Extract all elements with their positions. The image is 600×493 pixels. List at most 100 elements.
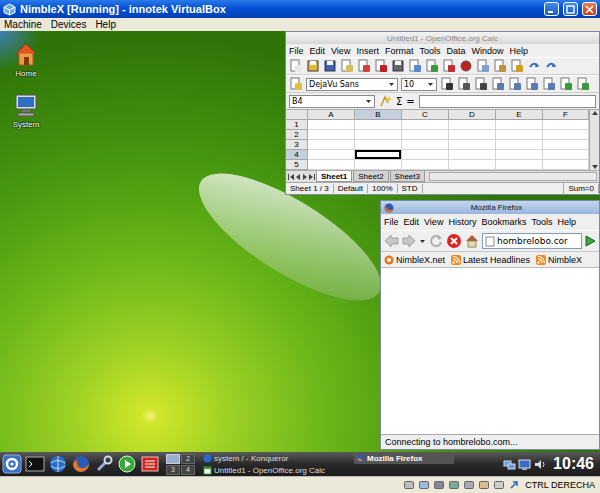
cell[interactable] (496, 140, 543, 150)
column-header[interactable]: F (543, 110, 589, 120)
align-right-icon[interactable] (525, 77, 539, 91)
k-menu-icon[interactable] (2, 454, 22, 474)
menu-item[interactable]: Edit (310, 46, 326, 56)
align-left-icon[interactable] (491, 77, 505, 91)
close-button[interactable] (582, 2, 597, 16)
sheet-tab[interactable]: Sheet1 (316, 171, 352, 182)
bold-icon[interactable] (440, 77, 454, 91)
cell[interactable] (308, 120, 355, 130)
sum-button[interactable]: Σ (396, 96, 402, 107)
sheet-tab[interactable]: Sheet2 (353, 171, 388, 182)
cell[interactable] (543, 160, 589, 170)
function-wizard-icon[interactable] (379, 95, 392, 108)
usb-icon[interactable] (463, 479, 475, 491)
cell[interactable] (449, 160, 496, 170)
bookmark[interactable]: NimbleX (536, 255, 582, 265)
network-icon[interactable] (448, 479, 460, 491)
forward-icon[interactable] (402, 233, 417, 249)
cell[interactable] (402, 140, 449, 150)
cell[interactable] (355, 150, 402, 160)
clock[interactable]: 10:46 (549, 455, 598, 473)
stop-icon[interactable] (446, 233, 462, 249)
cell[interactable] (355, 130, 402, 140)
pager-desktop[interactable] (166, 454, 180, 464)
menu-item[interactable]: Help (509, 46, 528, 56)
firefox-icon[interactable] (71, 454, 91, 474)
cell[interactable] (355, 120, 402, 130)
history-dropdown-icon[interactable] (419, 238, 426, 245)
hdd-icon[interactable] (403, 479, 415, 491)
cell[interactable] (543, 130, 589, 140)
menu-item[interactable]: View (424, 217, 443, 227)
merge-icon[interactable] (559, 77, 573, 91)
menu-item[interactable]: Tools (531, 217, 552, 227)
menu-item[interactable]: Tools (419, 46, 440, 56)
menu-item[interactable]: Bookmarks (481, 217, 526, 227)
mouse-icon[interactable] (493, 479, 505, 491)
cell[interactable] (402, 160, 449, 170)
computer-icon[interactable] (13, 92, 39, 118)
pager-desktop[interactable]: 3 (166, 465, 180, 475)
cell[interactable] (543, 140, 589, 150)
menu-item[interactable]: View (331, 46, 350, 56)
styles-icon[interactable] (289, 77, 303, 91)
edit-icon[interactable] (357, 59, 371, 73)
cdrom-icon[interactable] (418, 479, 430, 491)
konqueror-icon[interactable] (48, 454, 68, 474)
align-center-icon[interactable] (508, 77, 522, 91)
cell[interactable] (449, 150, 496, 160)
italic-icon[interactable] (457, 77, 471, 91)
row-header[interactable]: 4 (286, 150, 308, 160)
print-icon[interactable] (391, 59, 405, 73)
home-icon[interactable] (464, 233, 480, 249)
font-size-box[interactable]: 10 (401, 78, 437, 91)
tools-icon[interactable] (94, 454, 114, 474)
column-header[interactable]: A (308, 110, 355, 120)
cell[interactable] (402, 130, 449, 140)
formula-input[interactable] (419, 95, 596, 108)
menu-item[interactable]: Machine (4, 19, 42, 30)
cell[interactable] (308, 150, 355, 160)
floppy-icon[interactable] (433, 479, 445, 491)
vertical-scrollbar[interactable] (589, 110, 599, 170)
task-button[interactable]: Mozilla Firefox (354, 453, 454, 464)
cell[interactable] (543, 120, 589, 130)
mail-icon[interactable] (340, 59, 354, 73)
first-sheet-icon[interactable] (288, 171, 294, 182)
sheet-tab[interactable]: Sheet3 (390, 171, 425, 182)
row-header[interactable]: 1 (286, 120, 308, 130)
menu-item[interactable]: Help (95, 19, 116, 30)
address-bar[interactable]: hombrelobo.cor (482, 233, 582, 249)
column-header[interactable]: E (496, 110, 543, 120)
cell[interactable] (449, 120, 496, 130)
task-button[interactable]: system / - Konqueror (201, 453, 351, 464)
pager-desktop[interactable]: 2 (181, 454, 195, 464)
bible-icon[interactable] (140, 454, 160, 474)
cell[interactable] (496, 150, 543, 160)
menu-item[interactable]: Data (446, 46, 465, 56)
back-icon[interactable] (383, 233, 400, 249)
pager-desktop[interactable]: 4 (181, 465, 195, 475)
cell[interactable] (496, 160, 543, 170)
cell[interactable] (402, 120, 449, 130)
cell[interactable] (355, 160, 402, 170)
menu-item[interactable]: File (384, 217, 399, 227)
cell[interactable] (543, 150, 589, 160)
menu-item[interactable]: History (448, 217, 476, 227)
cell[interactable] (496, 120, 543, 130)
autospell-icon[interactable] (442, 59, 456, 73)
cell[interactable] (308, 130, 355, 140)
network-icon[interactable] (503, 458, 516, 471)
row-header[interactable]: 2 (286, 130, 308, 140)
cell[interactable] (496, 130, 543, 140)
cell[interactable] (308, 160, 355, 170)
bookmark[interactable]: NimbleX.net (384, 255, 445, 265)
column-header[interactable]: B (355, 110, 402, 120)
menu-item[interactable]: File (289, 46, 304, 56)
menu-item[interactable]: Window (471, 46, 503, 56)
menu-item[interactable]: Insert (356, 46, 379, 56)
menu-item[interactable]: Edit (404, 217, 420, 227)
paste-icon[interactable] (493, 59, 507, 73)
new-icon[interactable] (289, 59, 303, 73)
cell[interactable] (355, 140, 402, 150)
